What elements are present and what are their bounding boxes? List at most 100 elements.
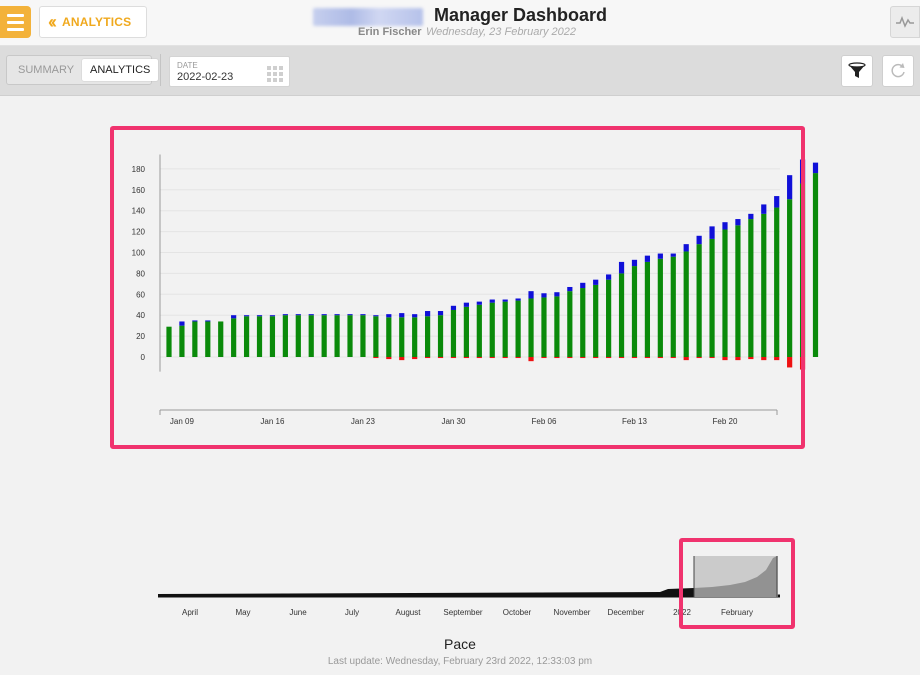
bar-blue[interactable] [269, 315, 276, 317]
bar-blue[interactable] [593, 279, 599, 285]
bar-green[interactable] [554, 296, 560, 357]
bar-green[interactable] [347, 315, 353, 357]
bar-blue[interactable] [256, 315, 263, 317]
bar-green[interactable] [644, 261, 651, 357]
bar-green[interactable] [205, 321, 211, 357]
bar-green[interactable] [334, 315, 340, 357]
bar-red[interactable] [644, 357, 651, 359]
bar-green[interactable] [295, 315, 301, 357]
bar-red[interactable] [412, 357, 418, 360]
bar-blue[interactable] [554, 292, 560, 297]
bar-green[interactable] [748, 219, 754, 357]
bar-blue[interactable] [502, 299, 508, 302]
bar-red[interactable] [735, 357, 741, 361]
bar-blue[interactable] [799, 159, 806, 184]
bar-green[interactable] [618, 273, 625, 357]
bar-green[interactable] [386, 317, 392, 357]
bar-green[interactable] [502, 301, 508, 357]
bar-blue[interactable] [515, 298, 521, 301]
bar-red[interactable] [670, 357, 676, 359]
navigator-selection[interactable] [693, 556, 778, 597]
bar-green[interactable] [606, 279, 612, 357]
bar-blue[interactable] [657, 253, 663, 259]
bar-red[interactable] [774, 357, 780, 361]
bar-red[interactable] [696, 357, 702, 359]
bar-red[interactable] [476, 357, 482, 359]
bar-green[interactable] [683, 251, 689, 357]
bar-blue[interactable] [528, 291, 534, 299]
bar-green[interactable] [670, 256, 676, 357]
bar-blue[interactable] [670, 253, 676, 257]
bar-red[interactable] [463, 357, 469, 359]
bar-green[interactable] [218, 321, 224, 357]
bar-blue[interactable] [541, 293, 547, 298]
bar-green[interactable] [735, 225, 741, 357]
bar-blue[interactable] [399, 313, 405, 318]
bar-red[interactable] [386, 357, 392, 360]
bar-green[interactable] [799, 183, 806, 357]
bar-blue[interactable] [644, 255, 651, 262]
bar-blue[interactable] [373, 315, 379, 317]
filter-button[interactable] [841, 55, 873, 87]
bar-green[interactable] [463, 306, 469, 357]
bar-blue[interactable] [231, 315, 237, 319]
bar-blue[interactable] [347, 314, 353, 316]
bar-blue[interactable] [412, 314, 418, 318]
bar-blue[interactable] [476, 301, 482, 305]
bar-green[interactable] [399, 317, 405, 357]
bar-red[interactable] [722, 357, 728, 361]
bar-green[interactable] [308, 315, 314, 357]
bar-blue[interactable] [735, 219, 741, 226]
bar-green[interactable] [787, 199, 793, 357]
bar-green[interactable] [269, 316, 276, 357]
bar-blue[interactable] [450, 305, 457, 310]
bar-green[interactable] [709, 238, 715, 357]
bar-red[interactable] [593, 357, 599, 359]
bar-green[interactable] [360, 315, 366, 357]
bar-green[interactable] [256, 316, 263, 357]
bar-blue[interactable] [243, 315, 250, 317]
bar-red[interactable] [489, 357, 495, 359]
bar-blue[interactable] [580, 282, 586, 289]
bar-blue[interactable] [295, 314, 301, 316]
bar-red[interactable] [631, 357, 638, 359]
bar-blue[interactable] [761, 204, 767, 214]
bar-green[interactable] [450, 309, 457, 357]
bar-blue[interactable] [463, 302, 469, 307]
bar-blue[interactable] [631, 259, 638, 267]
bar-green[interactable] [722, 229, 728, 357]
bar-red[interactable] [787, 357, 793, 368]
bar-red[interactable] [618, 357, 625, 359]
bar-blue[interactable] [489, 299, 495, 303]
bar-red[interactable] [502, 357, 508, 359]
bar-red[interactable] [554, 357, 560, 359]
bar-red[interactable] [657, 357, 663, 359]
bar-blue[interactable] [437, 311, 444, 316]
bar-green[interactable] [192, 321, 198, 357]
bar-green[interactable] [567, 291, 573, 357]
bar-blue[interactable] [567, 286, 573, 292]
bar-green[interactable] [231, 318, 237, 357]
bar-blue[interactable] [618, 261, 625, 274]
bar-green[interactable] [243, 316, 250, 357]
bar-blue[interactable] [774, 196, 780, 208]
bar-blue[interactable] [696, 235, 702, 245]
bar-green[interactable] [489, 302, 495, 357]
bar-blue[interactable] [282, 314, 288, 316]
bar-green[interactable] [476, 304, 482, 357]
bar-blue[interactable] [205, 320, 211, 322]
refresh-button[interactable] [882, 55, 914, 87]
bar-red[interactable] [580, 357, 586, 359]
bar-blue[interactable] [722, 222, 728, 230]
bar-green[interactable] [541, 297, 547, 357]
bar-red[interactable] [709, 357, 715, 359]
bar-green[interactable] [179, 325, 185, 357]
bar-green[interactable] [528, 298, 534, 357]
bar-blue[interactable] [425, 311, 431, 317]
bar-blue[interactable] [308, 314, 314, 316]
bar-green[interactable] [437, 315, 444, 357]
bar-red[interactable] [399, 357, 405, 361]
bar-red[interactable] [799, 357, 806, 370]
bar-red[interactable] [606, 357, 612, 359]
bar-green[interactable] [282, 315, 288, 357]
